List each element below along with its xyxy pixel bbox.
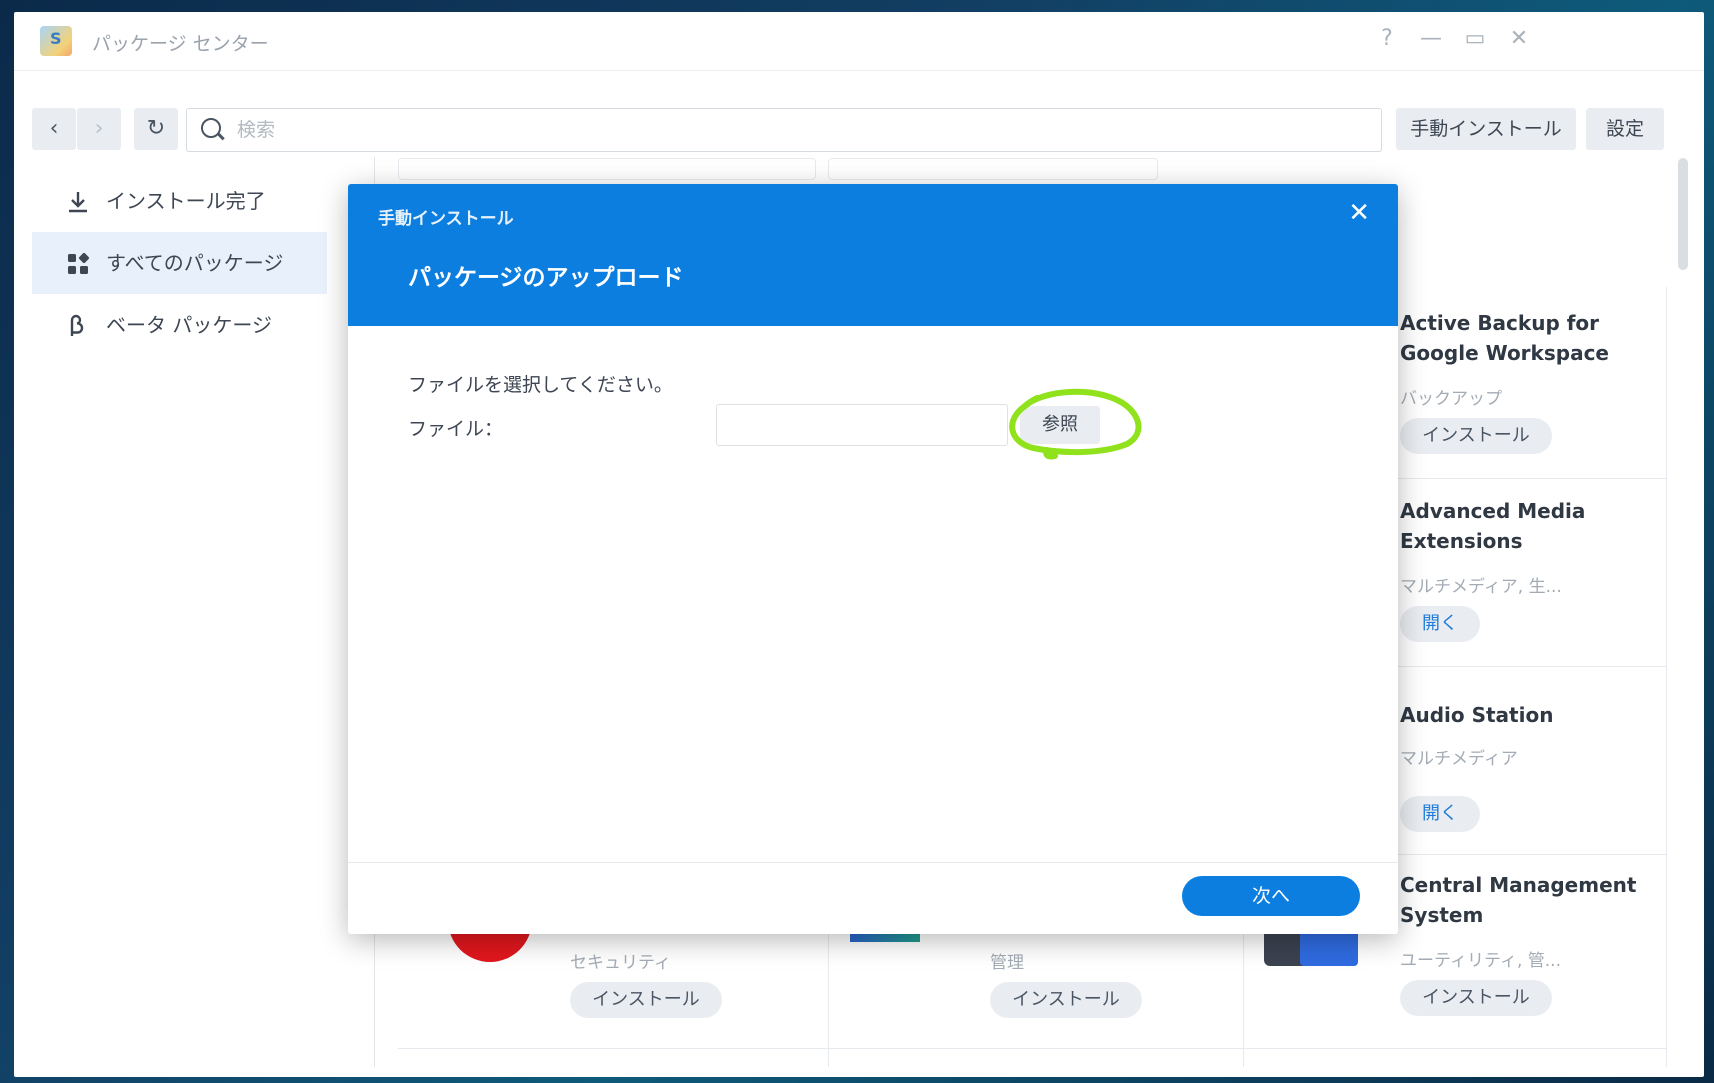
row-divider xyxy=(398,1048,1666,1049)
download-icon xyxy=(69,192,87,213)
beta-icon xyxy=(70,314,84,336)
instruction-text: ファイルを選択してください。 xyxy=(408,374,673,396)
package-title: Audio Station xyxy=(1400,703,1554,727)
sidebar-item-installed[interactable]: インストール完了 xyxy=(32,170,327,232)
install-button[interactable]: インストール xyxy=(990,982,1142,1018)
column-divider xyxy=(1666,287,1667,1067)
package-title: Active Backup for Google Workspace xyxy=(1400,311,1609,365)
chevron-right-icon: › xyxy=(94,116,104,141)
scrollbar-thumb[interactable] xyxy=(1678,158,1688,270)
package-title: Advanced Media Extensions xyxy=(1400,499,1586,553)
install-button[interactable]: インストール xyxy=(570,982,722,1018)
row-divider xyxy=(1386,666,1666,667)
highlight-circle-annotation xyxy=(1009,388,1142,460)
open-button[interactable]: 開く xyxy=(1400,606,1480,642)
sidebar-item-label: すべてのパッケージ xyxy=(106,251,284,275)
dialog-header-title: 手動インストール xyxy=(378,209,514,229)
package-category: 管理 xyxy=(990,953,1024,973)
dialog-header: 手動インストール ✕ パッケージのアップロード xyxy=(348,184,1398,326)
close-icon[interactable]: ✕ xyxy=(1504,24,1534,54)
search-box[interactable] xyxy=(186,108,1382,152)
help-icon[interactable]: ? xyxy=(1372,24,1402,54)
package-card[interactable]: Audio Station マルチメディア 開く xyxy=(1400,700,1660,850)
close-icon[interactable]: ✕ xyxy=(1348,198,1370,228)
package-card[interactable]: Active Backup for Google Workspace バックアッ… xyxy=(1400,308,1660,478)
settings-button[interactable]: 設定 xyxy=(1586,108,1664,150)
row-divider xyxy=(1386,854,1666,855)
file-label: ファイル： xyxy=(408,418,504,440)
dialog-title: パッケージのアップロード xyxy=(408,265,684,291)
package-category: セキュリティ xyxy=(570,953,671,973)
refresh-icon: ↻ xyxy=(146,116,166,141)
install-button[interactable]: インストール xyxy=(1400,980,1552,1016)
open-button[interactable]: 開く xyxy=(1400,796,1480,832)
manual-install-button[interactable]: 手動インストール xyxy=(1396,108,1576,150)
search-input[interactable] xyxy=(235,115,1359,145)
window-title: パッケージ センター xyxy=(92,33,269,55)
title-bar: パッケージ センター ? — ▭ ✕ xyxy=(14,12,1704,71)
next-button[interactable]: 次へ xyxy=(1182,876,1360,916)
back-button[interactable]: ‹ xyxy=(32,108,76,150)
refresh-button[interactable]: ↻ xyxy=(134,108,178,150)
sidebar-item-beta[interactable]: ベータ パッケージ xyxy=(32,294,327,356)
package-category: バックアップ xyxy=(1400,389,1502,409)
package-center-icon xyxy=(40,26,72,56)
package-category: ユーティリティ, 管... xyxy=(1400,951,1561,971)
package-category: マルチメディア xyxy=(1400,749,1518,769)
package-category: マルチメディア, 生... xyxy=(1400,577,1562,597)
maximize-icon[interactable]: ▭ xyxy=(1460,24,1490,54)
grid-icon xyxy=(68,252,90,274)
sidebar-item-label: インストール完了 xyxy=(106,189,266,213)
search-icon xyxy=(201,118,221,138)
row-divider xyxy=(1386,478,1666,479)
sidebar-item-all-packages[interactable]: すべてのパッケージ xyxy=(32,232,327,294)
minimize-icon[interactable]: — xyxy=(1416,24,1446,54)
chevron-left-icon: ‹ xyxy=(49,116,59,141)
package-center-window: パッケージ センター ? — ▭ ✕ ‹ › ↻ 手動インストール 設定 インス… xyxy=(14,12,1704,1077)
package-card xyxy=(828,158,1158,180)
manual-install-dialog: 手動インストール ✕ パッケージのアップロード ファイルを選択してください。 フ… xyxy=(348,184,1398,934)
package-card xyxy=(398,158,816,180)
install-button[interactable]: インストール xyxy=(1400,418,1552,454)
dialog-footer-divider xyxy=(348,862,1398,863)
package-card[interactable]: Advanced Media Extensions マルチメディア, 生... … xyxy=(1400,496,1660,666)
package-card[interactable]: Central Management System ユーティリティ, 管... … xyxy=(1400,870,1670,1030)
sidebar-item-label: ベータ パッケージ xyxy=(106,313,272,337)
file-path-field[interactable] xyxy=(716,404,1008,446)
forward-button[interactable]: › xyxy=(77,108,121,150)
package-title: Central Management System xyxy=(1400,873,1637,927)
